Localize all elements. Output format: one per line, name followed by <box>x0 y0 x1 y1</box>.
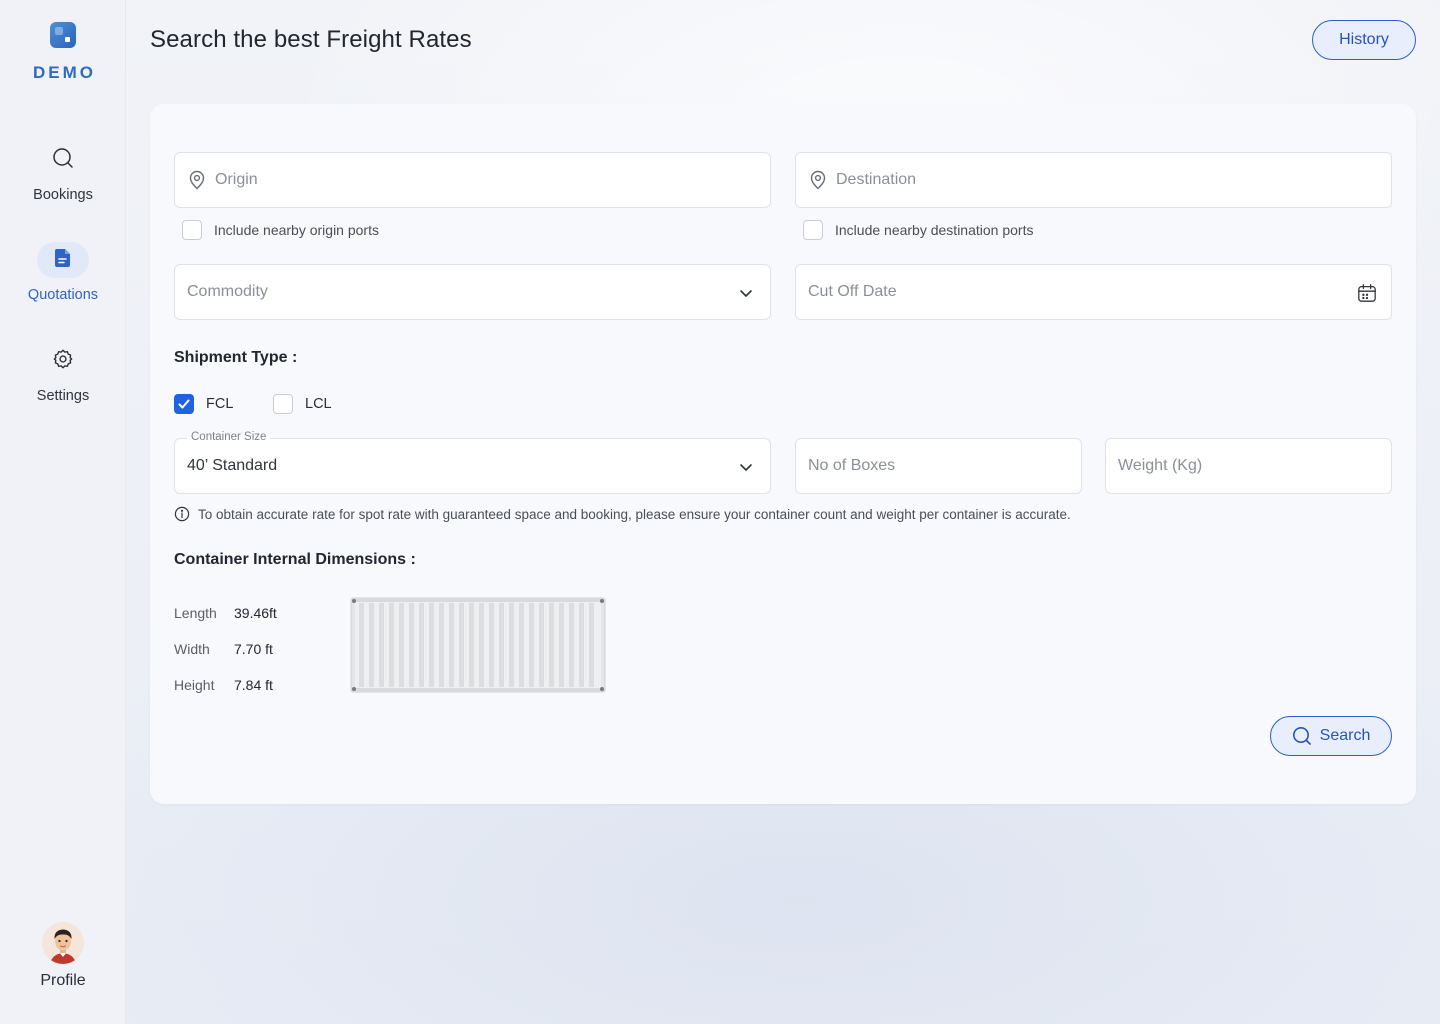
dimension-key: Length <box>174 605 217 621</box>
search-icon <box>1292 726 1312 746</box>
sidebar-item-settings[interactable]: Settings <box>0 343 126 404</box>
container-rib <box>499 603 504 687</box>
cutoff-date-field[interactable]: Cut Off Date <box>795 264 1392 320</box>
container-rib <box>439 603 444 687</box>
chevron-down-icon <box>736 283 756 303</box>
sidebar-item-label: Quotations <box>27 287 99 303</box>
container-rib <box>479 603 484 687</box>
dimension-key: Height <box>174 677 215 693</box>
container-rib <box>549 603 554 687</box>
location-pin-icon <box>187 170 207 190</box>
shipment-option-label: LCL <box>305 396 332 412</box>
container-rib <box>509 603 514 687</box>
logo[interactable]: DEMO <box>0 22 126 83</box>
location-pin-icon <box>808 170 828 190</box>
checkbox-box[interactable] <box>273 394 293 414</box>
container-rib <box>559 603 564 687</box>
search-form-card: Origin Destination Include nearby origin… <box>150 104 1416 804</box>
shipment-option-fcl[interactable]: FCL <box>174 394 233 414</box>
nearby-destination-checkbox[interactable]: Include nearby destination ports <box>803 220 1033 240</box>
container-rib <box>409 603 414 687</box>
search-button-label: Search <box>1319 727 1371 744</box>
container-rib <box>419 603 424 687</box>
info-note: To obtain accurate rate for spot rate wi… <box>174 506 1071 522</box>
container-rib <box>459 603 464 687</box>
container-rib <box>469 603 474 687</box>
container-rib <box>449 603 454 687</box>
search-icon <box>52 147 74 174</box>
checkbox-box[interactable] <box>803 220 823 240</box>
chevron-down-icon <box>736 457 756 477</box>
top-bar: Search the best Freight Rates History <box>126 0 1440 80</box>
container-rib <box>569 603 574 687</box>
calendar-icon[interactable] <box>1357 283 1377 303</box>
dimension-row: Width 7.70 ft <box>174 631 277 667</box>
container-rib <box>589 603 594 687</box>
profile[interactable]: Profile <box>0 922 126 990</box>
container-rib <box>429 603 434 687</box>
sidebar-item-quotations[interactable]: Quotations <box>0 242 126 303</box>
sidebar: DEMO Bookings Quotations Settings Profil… <box>0 0 126 1024</box>
origin-placeholder: Origin <box>215 171 258 188</box>
shipment-option-label: FCL <box>206 396 234 412</box>
document-icon <box>54 248 72 273</box>
container-rib <box>529 603 534 687</box>
dimension-value: 39.46ft <box>234 605 277 621</box>
sidebar-item-label: Bookings <box>33 187 93 203</box>
container-illustration <box>350 597 606 693</box>
container-rib <box>579 603 584 687</box>
info-note-text: To obtain accurate rate for spot rate wi… <box>198 506 1071 522</box>
container-rib <box>359 603 364 687</box>
gear-icon <box>52 348 74 375</box>
container-size-select[interactable]: Container Size 40’ Standard <box>174 431 771 494</box>
container-rib <box>519 603 524 687</box>
container-size-value: 40’ Standard <box>187 457 278 474</box>
nav-icon-wrap <box>37 242 89 278</box>
checkbox-box[interactable] <box>174 394 194 414</box>
shipment-option-lcl[interactable]: LCL <box>273 394 332 414</box>
dimensions-title: Container Internal Dimensions : <box>174 551 416 568</box>
avatar <box>42 922 84 964</box>
commodity-select[interactable]: Commodity <box>174 264 771 320</box>
boxes-input[interactable]: No of Boxes <box>795 438 1082 494</box>
origin-field[interactable]: Origin <box>174 152 771 208</box>
page-title: Search the best Freight Rates <box>150 26 472 53</box>
checkbox-box[interactable] <box>182 220 202 240</box>
dimension-row: Length 39.46ft <box>174 595 277 631</box>
nav-icon-wrap <box>37 142 89 178</box>
container-size-label: Container Size <box>187 431 271 443</box>
dimension-value: 7.70 ft <box>234 641 273 657</box>
dimension-value: 7.84 ft <box>234 677 273 693</box>
sidebar-item-bookings[interactable]: Bookings <box>0 142 126 203</box>
logo-mark-icon <box>50 22 76 48</box>
weight-input[interactable]: Weight (Kg) <box>1105 438 1392 494</box>
nearby-destination-label: Include nearby destination ports <box>835 222 1034 238</box>
container-rib <box>539 603 544 687</box>
nav-icon-wrap <box>37 343 89 379</box>
profile-label: Profile <box>40 972 86 989</box>
dimension-key: Width <box>174 641 210 657</box>
logo-text: DEMO <box>33 63 96 82</box>
shipment-type-title: Shipment Type : <box>174 349 298 366</box>
sidebar-item-label: Settings <box>36 388 90 404</box>
nearby-origin-checkbox[interactable]: Include nearby origin ports <box>182 220 379 240</box>
destination-field[interactable]: Destination <box>795 152 1392 208</box>
weight-placeholder: Weight (Kg) <box>1118 457 1203 474</box>
info-icon <box>174 506 190 522</box>
dimensions-list: Length 39.46ft Width 7.70 ft Height 7.84… <box>174 595 277 703</box>
container-rib <box>369 603 374 687</box>
container-rib <box>399 603 404 687</box>
container-rib <box>389 603 394 687</box>
commodity-placeholder: Commodity <box>187 283 268 300</box>
checkmark-icon <box>178 399 190 409</box>
dimension-row: Height 7.84 ft <box>174 667 277 703</box>
boxes-placeholder: No of Boxes <box>808 457 896 474</box>
nearby-origin-label: Include nearby origin ports <box>214 222 379 238</box>
history-button[interactable]: History <box>1312 20 1416 60</box>
destination-placeholder: Destination <box>836 171 917 188</box>
container-rib <box>489 603 494 687</box>
search-button[interactable]: Search <box>1270 716 1392 756</box>
cutoff-placeholder: Cut Off Date <box>808 283 897 300</box>
container-rib <box>379 603 384 687</box>
